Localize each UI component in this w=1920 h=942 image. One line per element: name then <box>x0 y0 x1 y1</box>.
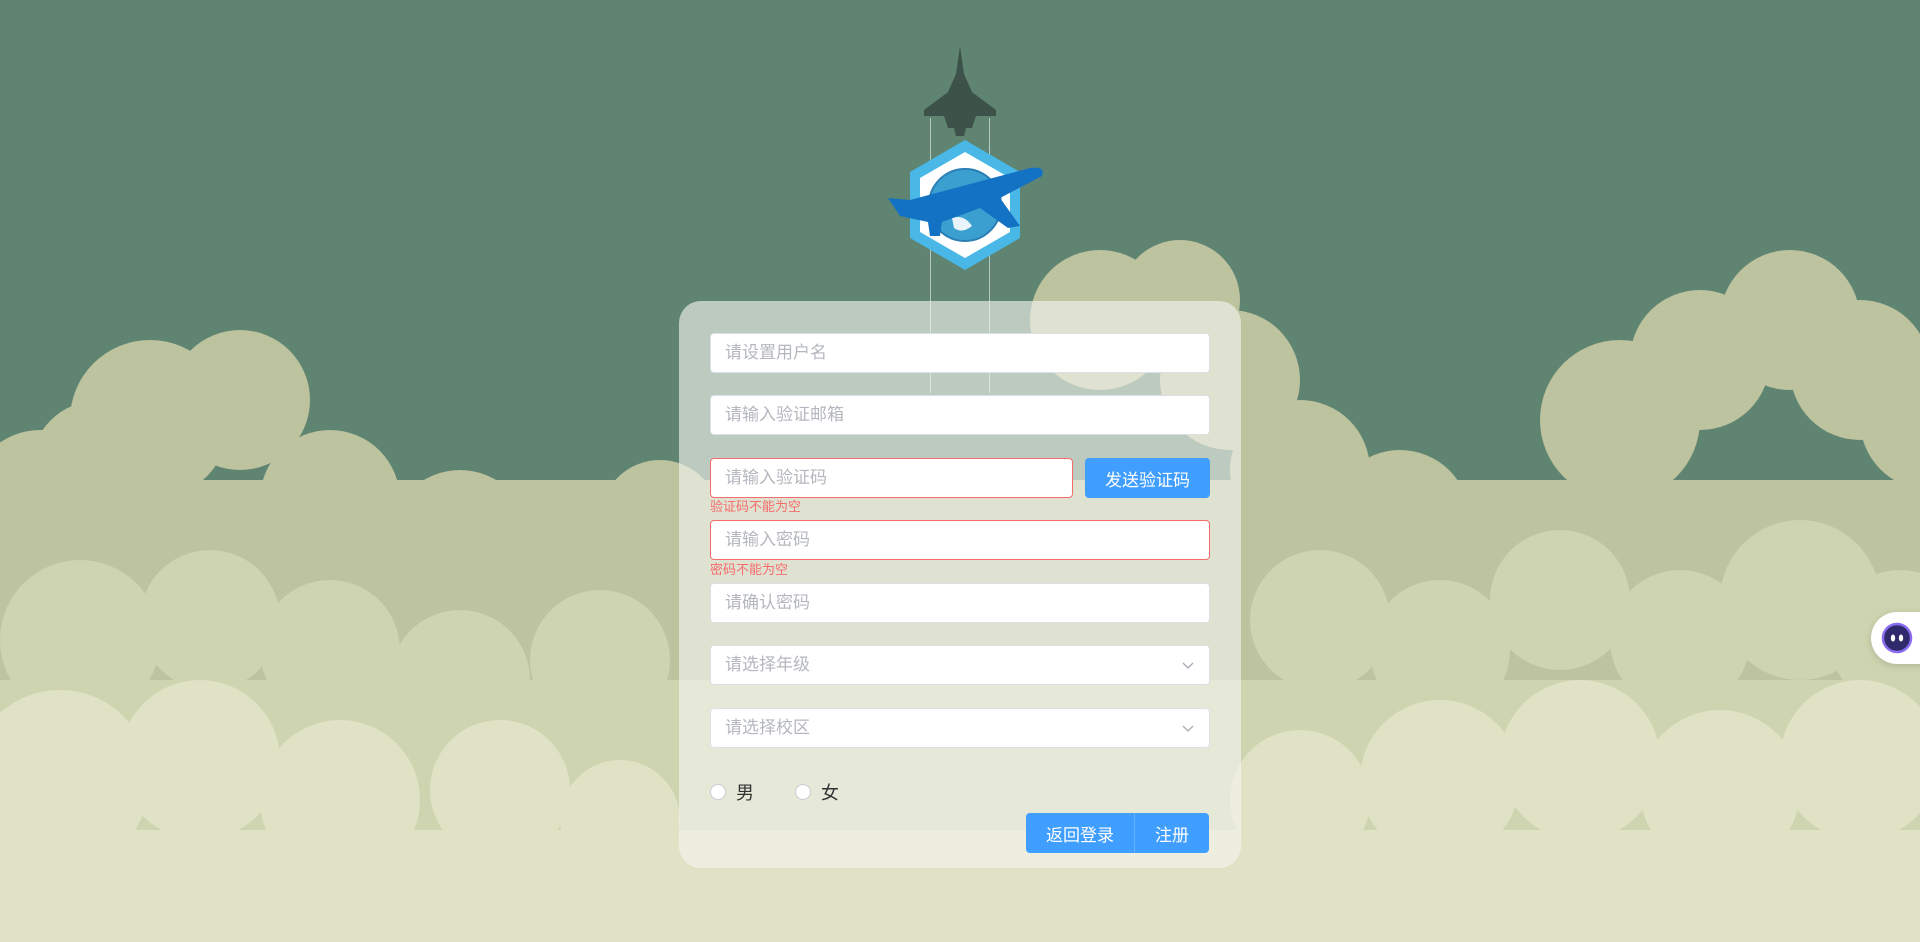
confirm-password-field[interactable] <box>710 583 1210 623</box>
campus-select[interactable] <box>710 708 1210 748</box>
airplane-globe-hexagon-logo <box>888 140 1043 270</box>
action-button-group: 返回登录 注册 <box>1026 813 1210 853</box>
username-input[interactable] <box>711 343 1209 363</box>
password-error-message: 密码不能为空 <box>710 563 789 578</box>
radio-circle[interactable] <box>795 784 811 800</box>
radio-circle[interactable] <box>710 784 726 800</box>
chat-assistant-button[interactable] <box>1871 612 1920 664</box>
confirm-password-input[interactable] <box>711 593 1209 613</box>
chevron-down-icon <box>1182 725 1194 732</box>
gender-radio-female[interactable]: 女 <box>795 779 839 805</box>
chevron-down-icon <box>1182 662 1194 669</box>
email-field[interactable] <box>710 395 1210 435</box>
chat-assistant-icon <box>1881 622 1913 654</box>
password-input[interactable] <box>711 530 1209 550</box>
verification-code-field[interactable] <box>710 458 1073 498</box>
register-form: 发送验证码 验证码不能为空 密码不能为空 男 女 返回登录 注册 <box>679 301 1241 868</box>
code-error-message: 验证码不能为空 <box>710 500 802 515</box>
gender-female-label: 女 <box>821 783 839 804</box>
gender-male-label: 男 <box>736 783 754 804</box>
verification-code-input[interactable] <box>711 468 1072 488</box>
fighter-jet-icon <box>924 46 996 136</box>
username-field[interactable] <box>710 333 1210 373</box>
register-button[interactable]: 注册 <box>1135 813 1209 853</box>
back-to-login-button[interactable]: 返回登录 <box>1026 813 1135 853</box>
gender-radio-male[interactable]: 男 <box>710 779 754 805</box>
grade-select-input[interactable] <box>711 655 1209 675</box>
campus-select-input[interactable] <box>711 718 1209 738</box>
email-input[interactable] <box>711 405 1209 425</box>
grade-select[interactable] <box>710 645 1210 685</box>
send-code-button[interactable]: 发送验证码 <box>1085 458 1210 498</box>
password-field[interactable] <box>710 520 1210 560</box>
